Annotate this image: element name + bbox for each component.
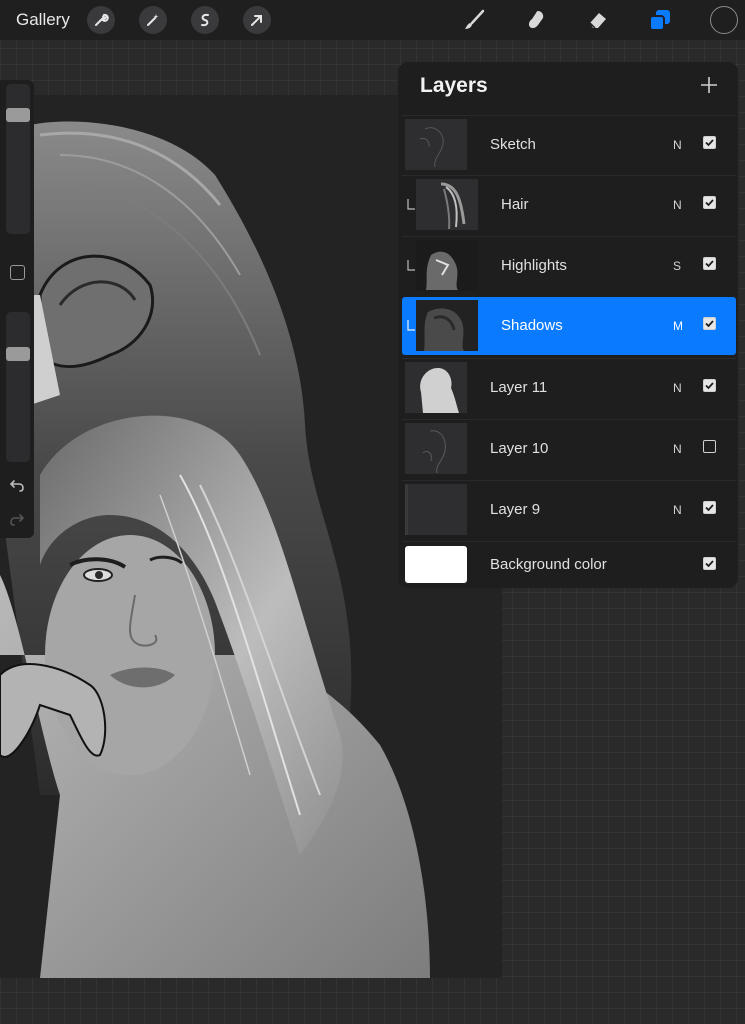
brush-size-thumb[interactable] (6, 108, 30, 123)
blend-mode[interactable]: M (673, 319, 683, 333)
visibility-checkbox[interactable] (703, 557, 716, 570)
visibility-checkbox[interactable] (703, 317, 716, 330)
layer-thumbnail (405, 484, 467, 535)
background-color-swatch[interactable] (405, 546, 467, 583)
layers-icon[interactable] (646, 6, 674, 34)
opacity-slider[interactable] (6, 312, 30, 462)
layer-name: Layer 11 (490, 379, 548, 396)
layer-name: Sketch (490, 136, 536, 153)
layer-row-background-color[interactable]: Background color (402, 541, 736, 588)
layer-thumbnail (405, 362, 467, 413)
layer-name: Hair (501, 196, 529, 213)
layer-row-highlights[interactable]: Highlights S (402, 236, 736, 295)
magic-wand-icon[interactable] (139, 6, 167, 34)
opacity-thumb[interactable] (6, 347, 30, 362)
clipping-mask-icon (407, 320, 415, 331)
color-swatch[interactable] (710, 6, 738, 34)
clipping-mask-icon (407, 260, 415, 271)
visibility-checkbox[interactable] (703, 196, 716, 209)
undo-icon[interactable] (8, 476, 26, 494)
layer-name: Layer 10 (490, 440, 549, 457)
layer-row-hair[interactable]: Hair N (402, 175, 736, 234)
top-toolbar: Gallery (0, 0, 745, 40)
layer-thumbnail (416, 179, 478, 230)
selection-icon[interactable] (191, 6, 219, 34)
layer-row-layer-11[interactable]: Layer 11 N (402, 358, 736, 417)
plus-icon (701, 77, 717, 93)
layers-panel-title: Layers (420, 74, 488, 97)
blend-mode[interactable]: N (673, 381, 682, 395)
layer-row-layer-9[interactable]: Layer 9 N (402, 480, 736, 539)
visibility-checkbox[interactable] (703, 379, 716, 392)
left-sidebar (0, 80, 34, 538)
visibility-checkbox[interactable] (703, 136, 716, 149)
visibility-checkbox[interactable] (703, 501, 716, 514)
layer-thumbnail (416, 300, 478, 351)
layer-name: Shadows (501, 317, 563, 334)
brush-size-slider[interactable] (6, 84, 30, 234)
layer-name: Layer 9 (490, 501, 541, 518)
blend-mode[interactable]: N (673, 503, 682, 517)
blend-mode[interactable]: N (673, 198, 682, 212)
layer-name: Background color (490, 556, 607, 573)
layers-panel: Layers Sketch N Hair N Highlights S Shad… (398, 62, 738, 588)
eraser-icon[interactable] (584, 6, 612, 34)
redo-icon[interactable] (8, 510, 26, 528)
visibility-checkbox[interactable] (703, 257, 716, 270)
wrench-icon[interactable] (87, 6, 115, 34)
modify-button[interactable] (10, 265, 25, 280)
layer-row-shadows[interactable]: Shadows M (402, 297, 736, 355)
layer-row-layer-10[interactable]: Layer 10 N (402, 419, 736, 478)
layer-name: Highlights (501, 257, 567, 274)
blend-mode[interactable]: N (673, 138, 682, 152)
smudge-icon[interactable] (522, 6, 550, 34)
gallery-button[interactable]: Gallery (16, 10, 70, 30)
transform-arrow-icon[interactable] (243, 6, 271, 34)
layer-thumbnail (416, 240, 478, 291)
blend-mode[interactable]: N (673, 442, 682, 456)
clipping-mask-icon (407, 199, 415, 210)
add-layer-button[interactable] (696, 72, 722, 98)
brush-icon[interactable] (460, 6, 488, 34)
visibility-checkbox[interactable] (703, 440, 716, 453)
blend-mode[interactable]: S (673, 259, 681, 273)
layer-thumbnail (405, 423, 467, 474)
layer-thumbnail (405, 119, 467, 170)
layer-row-sketch[interactable]: Sketch N (402, 115, 736, 174)
